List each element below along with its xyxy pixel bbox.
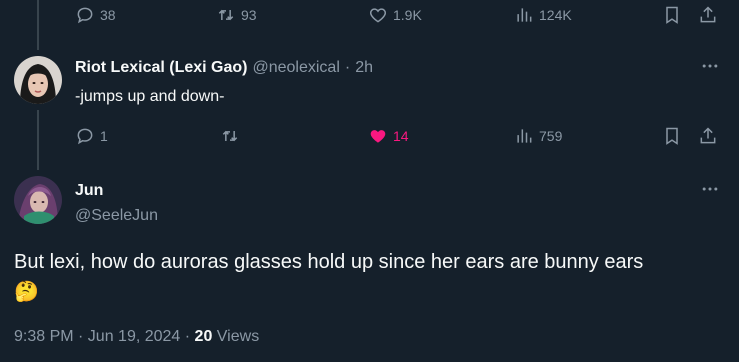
views-button[interactable]: 124K [514, 3, 572, 27]
reply-icon [75, 126, 95, 146]
more-button[interactable] [698, 179, 722, 203]
post-body: But lexi, how do auroras glasses hold up… [14, 251, 644, 273]
share-button[interactable] [698, 3, 718, 27]
heart-icon [368, 5, 388, 25]
thinking-emoji: 🤔 [14, 281, 39, 303]
avatar[interactable] [14, 176, 62, 224]
bookmark-button[interactable] [662, 124, 682, 148]
reply-button[interactable]: 1 [75, 124, 108, 148]
views-count: 759 [539, 128, 563, 144]
share-button[interactable] [698, 124, 718, 148]
top-action-bar: 38 93 1.9K 124K [0, 3, 739, 27]
like-count: 14 [393, 128, 409, 144]
display-name[interactable]: Riot Lexical (Lexi Gao) [75, 59, 247, 77]
bookmark-icon [662, 126, 682, 146]
share-icon [698, 5, 718, 25]
views-icon [514, 126, 534, 146]
timestamp[interactable]: 2h [355, 59, 373, 77]
views-count: 20 [194, 328, 213, 345]
views-icon [514, 5, 534, 25]
reply-button[interactable]: 38 [75, 3, 116, 27]
reply-icon [75, 5, 95, 25]
reply-count: 38 [100, 7, 116, 23]
more-button[interactable] [698, 56, 722, 80]
display-name[interactable]: Jun [75, 182, 103, 200]
reply-author-line: Riot Lexical (Lexi Gao) @neolexical · 2h [75, 59, 373, 77]
post-meta: 9:38 PM · Jun 19, 2024 · 20 Views [14, 328, 259, 346]
more-icon [700, 56, 720, 81]
separator: · [344, 59, 351, 76]
handle[interactable]: @neolexical [252, 59, 339, 77]
views-button[interactable]: 759 [514, 124, 562, 148]
views-label: Views [216, 328, 260, 345]
avatar[interactable] [14, 56, 62, 104]
main-author-handle-line: @SeeleJun [75, 207, 158, 225]
like-count: 1.9K [393, 7, 422, 23]
post-timestamp[interactable]: 9:38 PM · Jun 19, 2024 · [14, 328, 195, 345]
heart-icon [368, 126, 388, 146]
more-icon [700, 179, 720, 204]
reply-action-bar: 1 14 759 [0, 124, 739, 148]
share-icon [698, 126, 718, 146]
repost-icon [216, 5, 236, 25]
reply-text: -jumps up and down- [75, 88, 225, 105]
like-button[interactable]: 14 [368, 124, 409, 148]
reply-count: 1 [100, 128, 108, 144]
main-author-name-line: Jun [75, 182, 103, 200]
repost-button[interactable]: 93 [216, 3, 257, 27]
views-count: 124K [539, 7, 572, 23]
handle[interactable]: @SeeleJun [75, 207, 158, 225]
bookmark-icon [662, 5, 682, 25]
post-text: But lexi, how do auroras glasses hold up… [14, 249, 714, 305]
repost-button[interactable] [220, 124, 245, 148]
bookmark-button[interactable] [662, 3, 682, 27]
repost-count: 93 [241, 7, 257, 23]
like-button[interactable]: 1.9K [368, 3, 422, 27]
repost-icon [220, 126, 240, 146]
